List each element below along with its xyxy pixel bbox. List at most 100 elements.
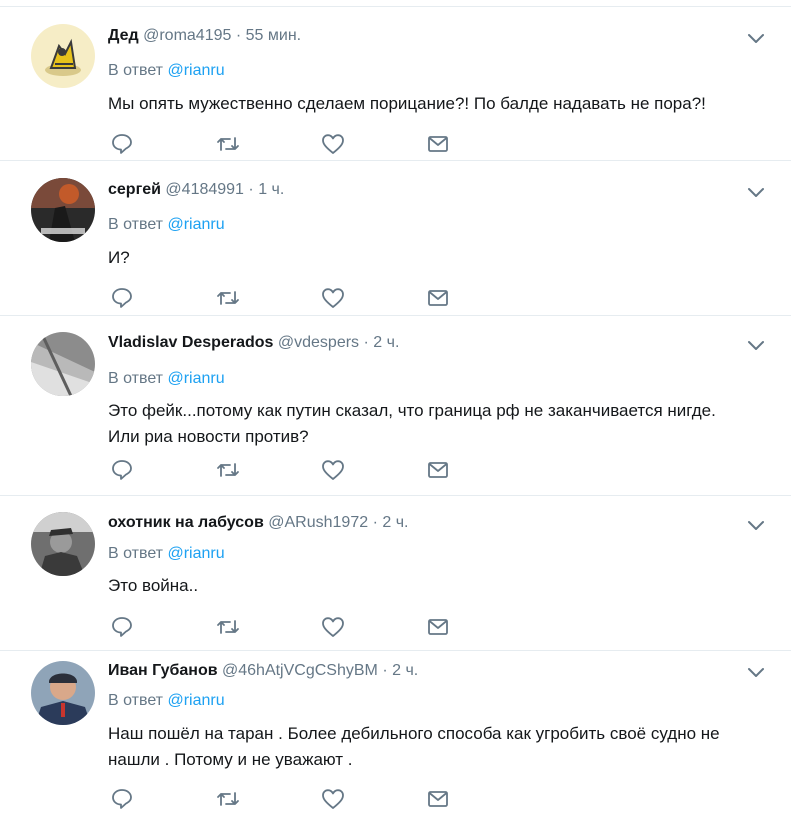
retweet-button[interactable]	[216, 788, 240, 810]
author-handle[interactable]: @4184991	[165, 181, 244, 198]
tweet-text-line: И?	[108, 248, 130, 267]
reply-prefix: В ответ	[108, 216, 164, 233]
heart-icon	[322, 617, 344, 637]
tweet-item[interactable]: Дед @roma4195 · 55 мин. В ответ @rianru …	[0, 7, 791, 161]
timestamp[interactable]: 2 ч.	[382, 514, 408, 531]
retweet-button[interactable]	[216, 459, 240, 481]
reply-button[interactable]	[110, 133, 134, 155]
reply-icon	[112, 789, 132, 809]
retweet-icon	[217, 620, 239, 634]
tweet-item[interactable]: Иван Губанов @46hAtjVCgCShyBM · 2 ч. В о…	[0, 651, 791, 816]
reply-mention-link[interactable]: @rianru	[167, 692, 224, 709]
reply-button[interactable]	[110, 788, 134, 810]
reply-mention-link[interactable]: @rianru	[167, 370, 224, 387]
timestamp[interactable]: 1 ч.	[258, 181, 284, 198]
tweet-text: Наш пошёл на таран . Более дебильного сп…	[108, 721, 768, 773]
retweet-icon	[217, 137, 239, 151]
retweet-button[interactable]	[216, 616, 240, 638]
like-button[interactable]	[321, 788, 345, 810]
separator-dot: ·	[235, 27, 242, 44]
author-handle[interactable]: @vdespers	[278, 334, 359, 351]
heart-icon	[322, 789, 344, 809]
chevron-down-icon[interactable]	[747, 663, 765, 681]
envelope-icon	[428, 290, 448, 306]
tweet-text: И?	[108, 245, 768, 271]
timestamp[interactable]: 55 мин.	[246, 27, 301, 44]
separator-dot: ·	[382, 662, 388, 679]
author-name[interactable]: Vladislav Desperados	[108, 334, 273, 351]
direct-message-button[interactable]	[426, 133, 450, 155]
separator-dot: ·	[248, 181, 254, 198]
author-handle[interactable]: @roma4195	[143, 27, 231, 44]
cartoon-avatar-icon	[31, 24, 95, 88]
photo-avatar-icon	[31, 512, 95, 576]
like-button[interactable]	[321, 133, 345, 155]
heart-icon	[322, 134, 344, 154]
reply-context: В ответ @rianru	[108, 61, 225, 81]
reply-icon	[112, 617, 132, 637]
reply-button[interactable]	[110, 459, 134, 481]
reply-button[interactable]	[110, 287, 134, 309]
like-button[interactable]	[321, 287, 345, 309]
tweet-text: Это фейк...потому как путин сказал, что …	[108, 398, 768, 450]
retweet-button[interactable]	[216, 133, 240, 155]
direct-message-button[interactable]	[426, 287, 450, 309]
separator-dot: ·	[363, 334, 369, 351]
tweet-header: Дед @roma4195 · 55 мин.	[108, 26, 301, 46]
avatar[interactable]	[31, 661, 95, 725]
reply-context: В ответ @rianru	[108, 215, 225, 235]
tweet-text: Мы опять мужественно сделаем порицание?!…	[108, 91, 768, 117]
reply-prefix: В ответ	[108, 692, 164, 709]
reply-mention-link[interactable]: @rianru	[167, 216, 224, 233]
top-divider	[0, 0, 791, 7]
avatar[interactable]	[31, 24, 95, 88]
reply-icon	[112, 288, 132, 308]
tweet-text-line: Это фейк...потому как путин сказал, что …	[108, 401, 716, 420]
chevron-down-icon[interactable]	[747, 336, 765, 354]
envelope-icon	[428, 462, 448, 478]
retweet-icon	[217, 463, 239, 477]
author-handle[interactable]: @46hAtjVCgCShyBM	[222, 662, 378, 679]
reply-button[interactable]	[110, 616, 134, 638]
author-name[interactable]: Дед	[108, 27, 139, 44]
tweet-header: Vladislav Desperados @vdespers · 2 ч.	[108, 333, 399, 353]
tweet-item[interactable]: сергей @4184991 · 1 ч. В ответ @rianru И…	[0, 161, 791, 316]
author-handle[interactable]: @ARush1972	[268, 514, 368, 531]
envelope-icon	[428, 619, 448, 635]
reply-icon	[112, 134, 132, 154]
avatar[interactable]	[31, 332, 95, 396]
timestamp[interactable]: 2 ч.	[392, 662, 418, 679]
author-name[interactable]: сергей	[108, 181, 161, 198]
tweet-item[interactable]: Vladislav Desperados @vdespers · 2 ч. В …	[0, 316, 791, 496]
like-button[interactable]	[321, 459, 345, 481]
retweet-icon	[217, 792, 239, 806]
tweet-text: Это война..	[108, 573, 768, 599]
envelope-icon	[428, 791, 448, 807]
author-name[interactable]: охотник на лабусов	[108, 514, 264, 531]
chevron-down-icon[interactable]	[747, 516, 765, 534]
tweet-text-line: Или риа новости против?	[108, 427, 309, 446]
like-button[interactable]	[321, 616, 345, 638]
reply-context: В ответ @rianru	[108, 691, 225, 711]
chevron-down-icon[interactable]	[747, 183, 765, 201]
reply-prefix: В ответ	[108, 370, 164, 387]
retweet-icon	[217, 291, 239, 305]
reply-context: В ответ @rianru	[108, 369, 225, 389]
envelope-icon	[428, 136, 448, 152]
avatar[interactable]	[31, 512, 95, 576]
timestamp[interactable]: 2 ч.	[373, 334, 399, 351]
photo-avatar-icon	[31, 178, 95, 242]
tweet-item[interactable]: охотник на лабусов @ARush1972 · 2 ч. В о…	[0, 496, 791, 651]
avatar[interactable]	[31, 178, 95, 242]
direct-message-button[interactable]	[426, 788, 450, 810]
tweet-header: сергей @4184991 · 1 ч.	[108, 180, 284, 200]
photo-avatar-icon	[31, 661, 95, 725]
reply-mention-link[interactable]: @rianru	[167, 62, 224, 79]
direct-message-button[interactable]	[426, 616, 450, 638]
author-name[interactable]: Иван Губанов	[108, 662, 218, 679]
retweet-button[interactable]	[216, 287, 240, 309]
reply-mention-link[interactable]: @rianru	[167, 545, 224, 562]
direct-message-button[interactable]	[426, 459, 450, 481]
reply-prefix: В ответ	[108, 545, 164, 562]
chevron-down-icon[interactable]	[747, 29, 765, 47]
